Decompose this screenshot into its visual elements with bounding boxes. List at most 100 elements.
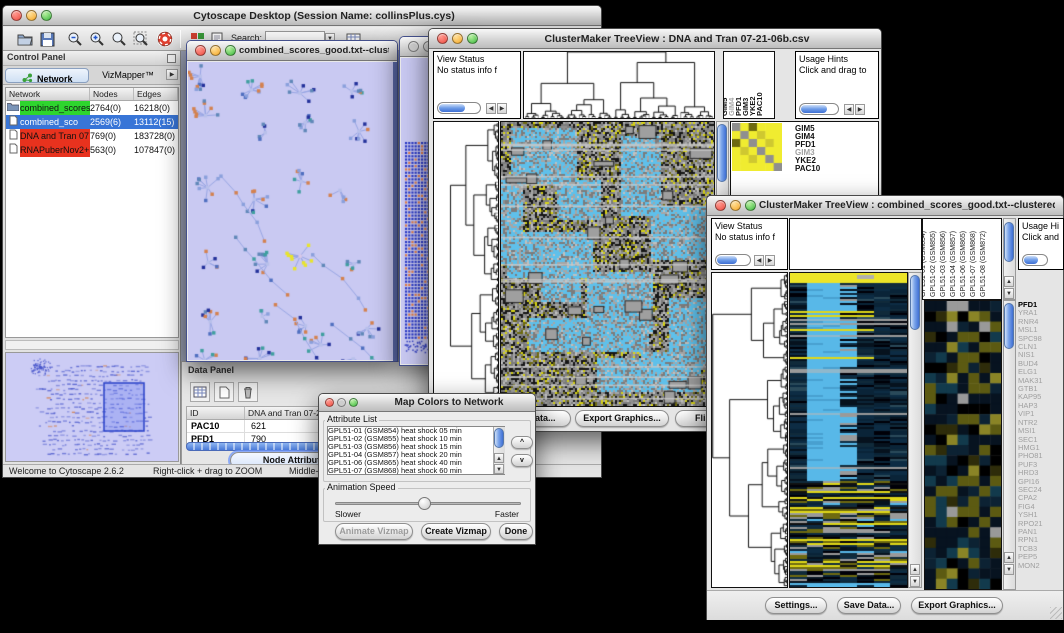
scrollbar-thumb[interactable] — [1004, 303, 1014, 349]
minimize-button[interactable] — [26, 10, 37, 21]
save-icon[interactable] — [37, 29, 57, 49]
scroll-right-icon[interactable] — [765, 255, 775, 266]
scrollbar-thumb[interactable] — [717, 124, 727, 182]
network-tree-row[interactable]: combined_sco2569(6)13112(15) — [6, 115, 178, 129]
close-button[interactable] — [715, 200, 726, 211]
network-view-titlebar[interactable]: combined_scores_good.txt--cluste... — [187, 41, 397, 61]
attribute-item[interactable]: GPL51-07 (GSM868) heat shock 60 min — [328, 467, 504, 475]
zoom-fit-icon[interactable] — [131, 29, 151, 49]
save-data-button[interactable]: Save Data... — [837, 597, 901, 614]
scroll-left-icon[interactable] — [844, 104, 854, 115]
scroll-down-icon[interactable] — [494, 464, 504, 474]
tab-overflow-icon[interactable] — [166, 69, 178, 80]
tv2-genelist-scrollbar[interactable] — [1003, 300, 1016, 590]
mini-heatmap-canvas[interactable] — [732, 123, 782, 171]
export-graphics-button[interactable]: Export Graphics... — [575, 410, 669, 427]
attribute-item[interactable]: GPL51-04 (GSM857) heat shock 20 min — [328, 451, 504, 459]
attribute-list-scrollbar[interactable] — [493, 427, 505, 474]
minimize-button[interactable] — [337, 398, 346, 407]
scrollbar-thumb[interactable] — [1004, 222, 1014, 262]
speed-slider-thumb[interactable] — [418, 497, 431, 510]
close-button[interactable] — [195, 45, 206, 56]
scroll-down-icon[interactable] — [1004, 288, 1014, 299]
zoom-button[interactable] — [41, 10, 52, 21]
create-vizmap-button[interactable]: Create Vizmap — [421, 523, 491, 540]
resize-grip[interactable] — [1050, 607, 1062, 619]
treeview2-titlebar[interactable]: ClusterMaker TreeView : combined_scores_… — [707, 196, 1063, 216]
zoom-heatmap-canvas[interactable] — [925, 301, 1001, 589]
scroll-right-icon[interactable] — [855, 104, 865, 115]
overview-scrollbar[interactable] — [5, 340, 179, 350]
attribute-item[interactable]: GPL51-01 (GSM854) heat shock 05 min — [328, 427, 504, 435]
close-button[interactable] — [408, 41, 419, 52]
delete-attribute-icon[interactable] — [238, 382, 258, 402]
tv2-vertical-scrollbar[interactable] — [908, 272, 922, 588]
scroll-up-icon[interactable] — [1004, 552, 1014, 563]
tv2-column-dendrogram-panel[interactable] — [789, 218, 922, 270]
network-overview-canvas[interactable] — [6, 353, 178, 461]
dialog-titlebar[interactable]: Map Colors to Network — [319, 394, 535, 412]
data-panel-hscrollbar[interactable] — [186, 442, 334, 451]
attribute-item[interactable]: GPL51-03 (GSM856) heat shock 15 min — [328, 443, 504, 451]
network-tree-row[interactable]: combined_scores2764(0)16218(0) — [6, 101, 178, 115]
treeview1-titlebar[interactable]: ClusterMaker TreeView : DNA and Tran 07-… — [429, 29, 881, 49]
row-dendrogram-canvas[interactable] — [434, 122, 498, 406]
header-id[interactable]: ID — [187, 407, 245, 419]
view-status-scrollbar[interactable] — [715, 254, 751, 266]
heatmap-canvas[interactable] — [790, 273, 907, 587]
scroll-up-icon[interactable] — [1004, 276, 1014, 287]
scroll-left-icon[interactable] — [486, 103, 496, 114]
map-colors-dialog: Map Colors to Network Attribute List GPL… — [318, 393, 536, 545]
settings-button[interactable]: Settings... — [765, 597, 827, 614]
float-panel-icon[interactable] — [167, 54, 176, 63]
scrollbar-thumb[interactable] — [910, 275, 920, 330]
zoom-button[interactable] — [225, 45, 236, 56]
zoom-selected-icon[interactable] — [109, 29, 129, 49]
zoom-in-icon[interactable] — [87, 29, 107, 49]
header-network[interactable]: Network — [6, 88, 90, 100]
network-tree-row[interactable]: DNA and Tran 07769(0)183728(0) — [6, 129, 178, 143]
attribute-item[interactable]: GPL51-06 (GSM865) heat shock 40 min — [328, 459, 504, 467]
scroll-left-icon[interactable] — [754, 255, 764, 266]
minimize-button[interactable] — [210, 45, 221, 56]
scroll-down-icon[interactable] — [910, 576, 920, 587]
close-button[interactable] — [325, 398, 334, 407]
scroll-right-icon[interactable] — [497, 103, 507, 114]
move-down-button[interactable]: v — [511, 454, 533, 467]
open-file-icon[interactable] — [15, 29, 35, 49]
zoom-out-icon[interactable] — [65, 29, 85, 49]
close-button[interactable] — [11, 10, 22, 21]
header-edges[interactable]: Edges — [134, 88, 178, 100]
animate-vizmap-button[interactable]: Animate Vizmap — [335, 523, 413, 540]
desktop-titlebar[interactable]: Cytoscape Desktop (Session Name: collins… — [3, 6, 601, 26]
header-nodes[interactable]: Nodes — [90, 88, 134, 100]
attribute-table-icon[interactable] — [190, 382, 210, 402]
scroll-up-icon[interactable] — [910, 564, 920, 575]
scroll-down-icon[interactable] — [1004, 564, 1014, 575]
close-button[interactable] — [437, 33, 448, 44]
network-tree-row[interactable]: RNAPuberNov2+563(0)107847(0) — [6, 143, 178, 157]
tv2-collabel-scrollbar[interactable] — [1003, 218, 1016, 300]
minimize-button[interactable] — [452, 33, 463, 44]
new-attribute-icon[interactable] — [214, 382, 234, 402]
help-lifesaver-icon[interactable] — [155, 29, 175, 49]
network-canvas[interactable] — [188, 62, 394, 360]
move-up-button[interactable]: ^ — [511, 436, 533, 449]
scrollbar-thumb[interactable] — [494, 428, 504, 448]
attribute-item[interactable]: GPL51-02 (GSM855) heat shock 10 min — [328, 435, 504, 443]
minimize-button[interactable] — [730, 200, 741, 211]
zoom-button[interactable] — [349, 398, 358, 407]
export-graphics-button[interactable]: Export Graphics... — [911, 597, 1003, 614]
done-button[interactable]: Done — [499, 523, 533, 540]
row-dendrogram-canvas[interactable] — [712, 273, 787, 587]
view-status-scrollbar[interactable] — [437, 102, 481, 114]
usage-hints-scrollbar[interactable] — [1022, 254, 1048, 266]
tab-network[interactable]: Network — [5, 68, 89, 83]
scroll-up-icon[interactable] — [494, 453, 504, 463]
zoom-button[interactable] — [745, 200, 756, 211]
zoom-button[interactable] — [467, 33, 478, 44]
heatmap-canvas[interactable] — [501, 122, 714, 406]
usage-hints-scrollbar[interactable] — [799, 103, 839, 115]
tab-vizmapper[interactable]: VizMapper™ — [93, 68, 163, 83]
column-dendrogram-canvas[interactable] — [524, 52, 714, 118]
